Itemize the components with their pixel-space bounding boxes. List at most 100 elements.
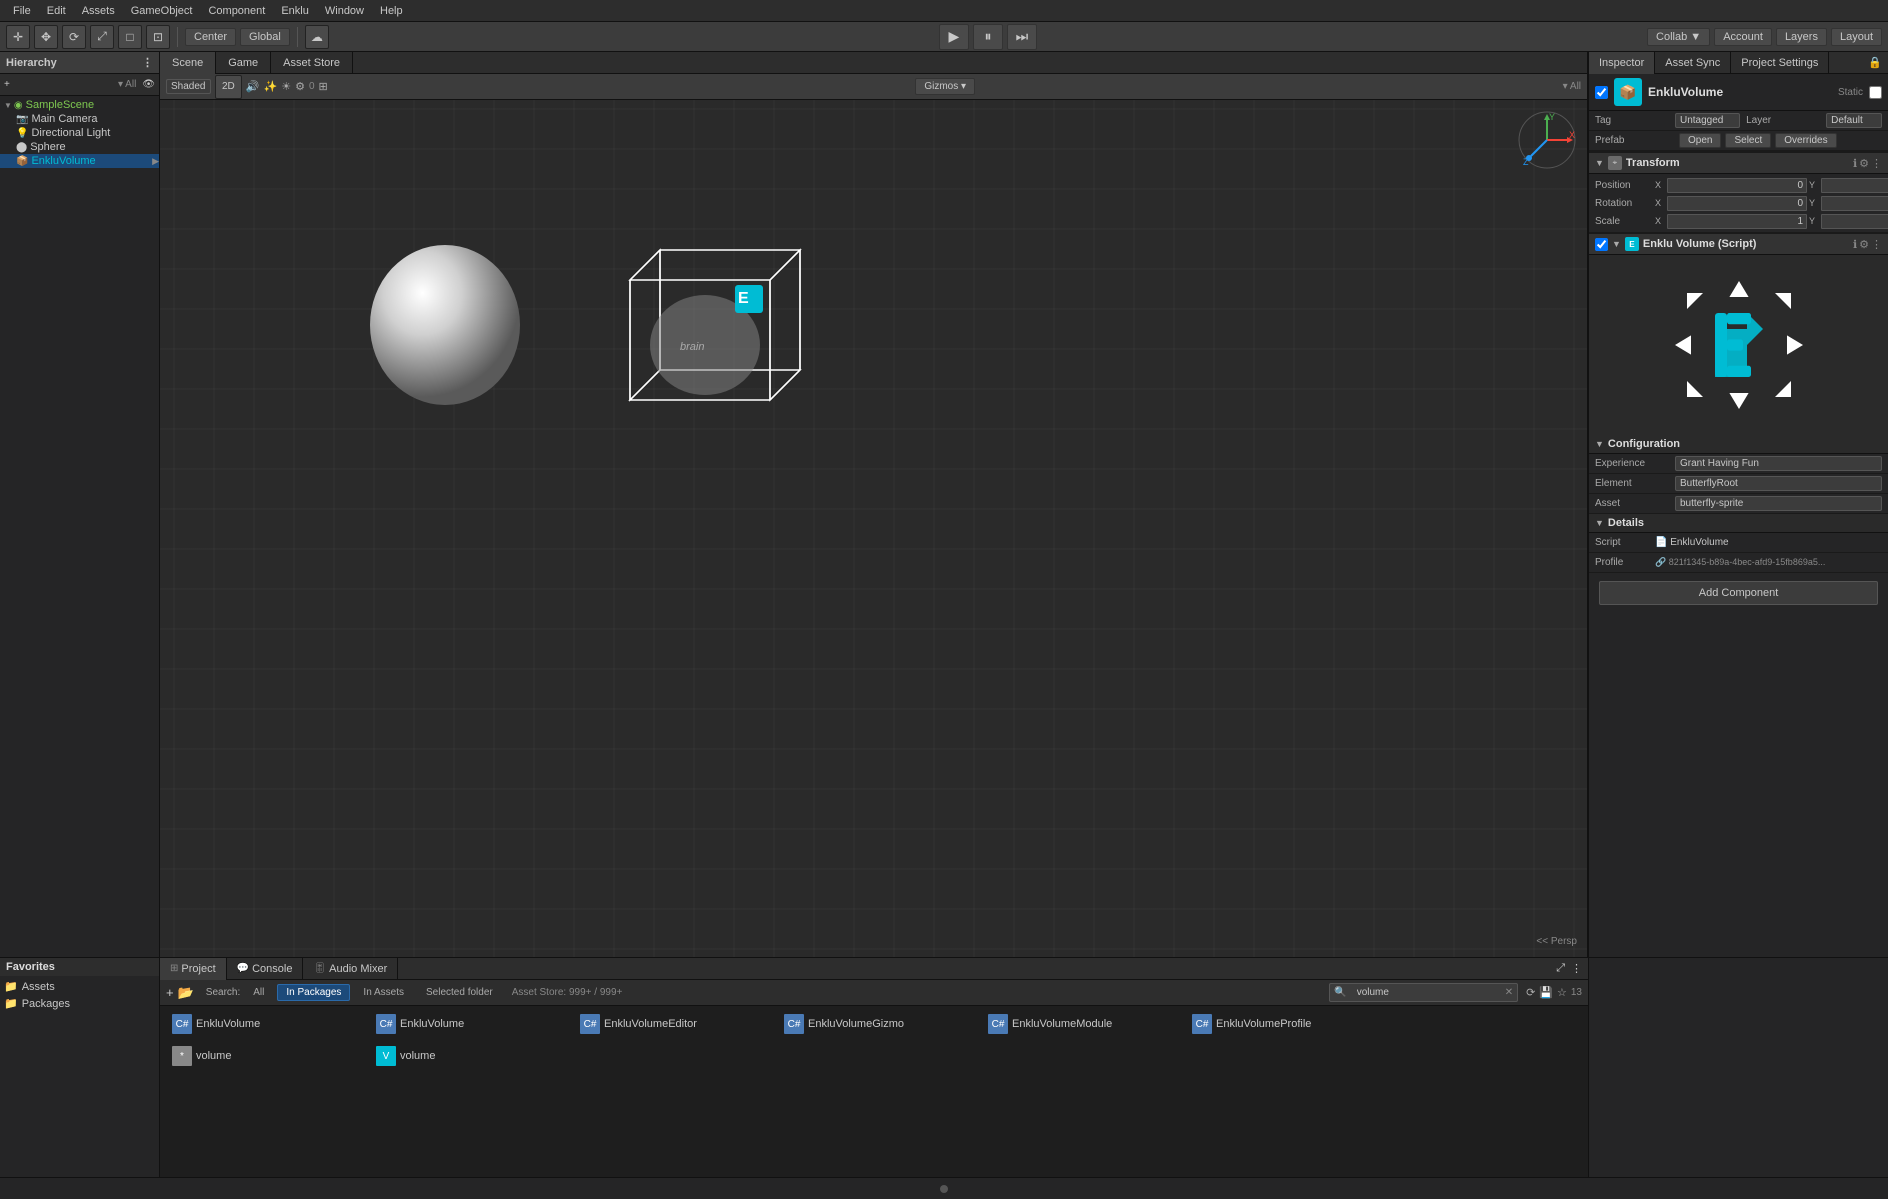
filter-in-packages-btn[interactable]: In Packages [277, 984, 350, 1001]
hier-directional-light[interactable]: 💡 Directional Light [0, 126, 159, 140]
layout-btn[interactable]: Layout [1831, 28, 1882, 46]
tab-audio-mixer[interactable]: 🎚 Audio Mixer [303, 958, 398, 980]
tab-asset-sync[interactable]: Asset Sync [1655, 52, 1731, 74]
shading-mode-select[interactable]: Shaded [166, 79, 211, 94]
account-btn[interactable]: Account [1714, 28, 1772, 46]
asset-enklu-volume-editor[interactable]: C# EnkluVolumeEditor [576, 1010, 776, 1038]
details-header[interactable]: ▼ Details [1589, 514, 1888, 533]
star-icon[interactable]: ☆ [1557, 986, 1567, 999]
prefab-open-btn[interactable]: Open [1679, 133, 1721, 148]
transform-settings-icon[interactable]: ⚙ [1859, 157, 1869, 170]
rotation-x-input[interactable] [1667, 196, 1807, 211]
configuration-header[interactable]: ▼ Configuration [1589, 435, 1888, 454]
menu-file[interactable]: File [6, 3, 38, 19]
asset-enklu-volume-module[interactable]: C# EnkluVolumeModule [984, 1010, 1184, 1038]
rotation-y-input[interactable] [1821, 196, 1888, 211]
folder-create-icon[interactable]: 📂 [178, 985, 194, 1001]
move-tool[interactable]: ✥ [34, 25, 58, 49]
active-checkbox[interactable] [1595, 86, 1608, 99]
scale-x-input[interactable] [1667, 214, 1807, 229]
favorites-header[interactable]: Favorites [0, 958, 159, 976]
clear-search-icon[interactable]: ✕ [1505, 987, 1513, 998]
asset-enklu-volume-profile[interactable]: C# EnkluVolumeProfile [1188, 1010, 1388, 1038]
experience-select[interactable]: Grant Having Fun [1675, 456, 1882, 471]
tag-select[interactable]: Untagged [1675, 113, 1740, 128]
hierarchy-menu-icon[interactable]: ⋮ [142, 56, 153, 69]
scene-root[interactable]: ▼ ◉ SampleScene [0, 98, 159, 112]
menu-assets[interactable]: Assets [75, 3, 122, 19]
space-btn[interactable]: Global [240, 28, 290, 46]
transform-header[interactable]: ▼ ⌖ Transform ℹ ⚙ ⋮ [1589, 153, 1888, 174]
enklu-info-icon[interactable]: ℹ [1853, 238, 1857, 251]
tab-scene[interactable]: Scene [160, 52, 216, 74]
pivot-btn[interactable]: Center [185, 28, 236, 46]
position-x-input[interactable] [1667, 178, 1807, 193]
sun-icon[interactable]: ☀ [281, 80, 291, 93]
panel-menu-icon[interactable]: ⋮ [1571, 962, 1588, 975]
menu-component[interactable]: Component [201, 3, 272, 19]
layers-btn[interactable]: Layers [1776, 28, 1827, 46]
collab-btn[interactable]: Collab ▼ [1647, 28, 1710, 46]
save-icon[interactable]: 💾 [1539, 986, 1553, 999]
hier-sphere[interactable]: ⬤ Sphere [0, 140, 159, 154]
panel-expand-icon[interactable]: ⤢ [1556, 962, 1571, 975]
rect-tool[interactable]: □ [118, 25, 142, 49]
sound-icon[interactable]: 🔊 [246, 80, 260, 93]
cloud-btn[interactable]: ☁ [305, 25, 329, 49]
menu-help[interactable]: Help [373, 3, 410, 19]
grid-icon[interactable]: ⊞ [319, 80, 328, 93]
layer-select[interactable]: Default [1826, 113, 1882, 128]
hier-enklu-volume[interactable]: 📦 EnkluVolume ▶ [0, 154, 159, 168]
prefab-overrides-btn[interactable]: Overrides [1775, 133, 1836, 148]
enklu-menu-icon[interactable]: ⋮ [1871, 238, 1882, 251]
rotate-tool[interactable]: ⟳ [62, 25, 86, 49]
enklu-settings-icon[interactable]: ⚙ [1859, 238, 1869, 251]
asset-volume-2[interactable]: V volume [372, 1042, 572, 1070]
hier-main-camera[interactable]: 📷 Main Camera [0, 112, 159, 126]
play-btn[interactable]: ▶ [939, 24, 969, 50]
static-checkbox[interactable] [1869, 86, 1882, 99]
object-name[interactable]: EnkluVolume [1648, 85, 1832, 99]
element-select[interactable]: ButterflyRoot [1675, 476, 1882, 491]
inspector-lock-icon[interactable]: 🔒 [1868, 56, 1888, 69]
menu-gameobject[interactable]: GameObject [124, 3, 200, 19]
filter-in-assets-btn[interactable]: In Assets [354, 984, 413, 1001]
transform-tool[interactable]: ⊡ [146, 25, 170, 49]
search-input[interactable] [1351, 985, 1501, 1000]
asset-enklu-volume-1[interactable]: C# EnkluVolume [168, 1010, 368, 1038]
tab-project-settings[interactable]: Project Settings [1731, 52, 1829, 74]
plus-icon[interactable]: + [4, 79, 10, 90]
menu-enklu[interactable]: Enklu [274, 3, 316, 19]
fx-icon[interactable]: ✨ [264, 80, 278, 93]
scene-view[interactable]: Y X Z << Persp [160, 100, 1587, 957]
asset-enklu-volume-gizmo[interactable]: C# EnkluVolumeGizmo [780, 1010, 980, 1038]
settings-icon[interactable]: ⚙ [295, 80, 305, 93]
menu-edit[interactable]: Edit [40, 3, 73, 19]
tab-inspector[interactable]: Inspector [1589, 52, 1655, 74]
asset-enklu-volume-2[interactable]: C# EnkluVolume [372, 1010, 572, 1038]
prefab-select-btn[interactable]: Select [1725, 133, 1771, 148]
tab-project[interactable]: ⊞ Project [160, 958, 227, 980]
packages-folder[interactable]: 📁 Packages [0, 995, 159, 1012]
transform-menu-icon[interactable]: ⋮ [1871, 157, 1882, 170]
add-component-button[interactable]: Add Component [1599, 581, 1878, 605]
asset-select[interactable]: butterfly-sprite [1675, 496, 1882, 511]
position-y-input[interactable] [1821, 178, 1888, 193]
assets-folder[interactable]: 📁 Assets [0, 978, 159, 995]
filter-all-btn[interactable]: All [244, 984, 273, 1001]
pause-btn[interactable]: ⏸ [973, 24, 1003, 50]
step-btn[interactable]: ⏭ [1007, 24, 1037, 50]
enklu-volume-header[interactable]: ▼ E Enklu Volume (Script) ℹ ⚙ ⋮ [1589, 234, 1888, 255]
enklu-volume-active[interactable] [1595, 238, 1608, 251]
gizmos-btn[interactable]: Gizmos ▾ [915, 78, 975, 95]
add-icon[interactable]: + [166, 985, 174, 1000]
hand-tool[interactable]: ✛ [6, 25, 30, 49]
2d-toggle[interactable]: 2D [215, 75, 242, 99]
filter-selected-folder-btn[interactable]: Selected folder [417, 984, 502, 1001]
scale-tool[interactable]: ⤢ [90, 25, 114, 49]
asset-volume-1[interactable]: * volume [168, 1042, 368, 1070]
scale-y-input[interactable] [1821, 214, 1888, 229]
tab-game[interactable]: Game [216, 52, 271, 74]
transform-info-icon[interactable]: ℹ [1853, 157, 1857, 170]
tab-asset-store[interactable]: Asset Store [271, 52, 353, 74]
